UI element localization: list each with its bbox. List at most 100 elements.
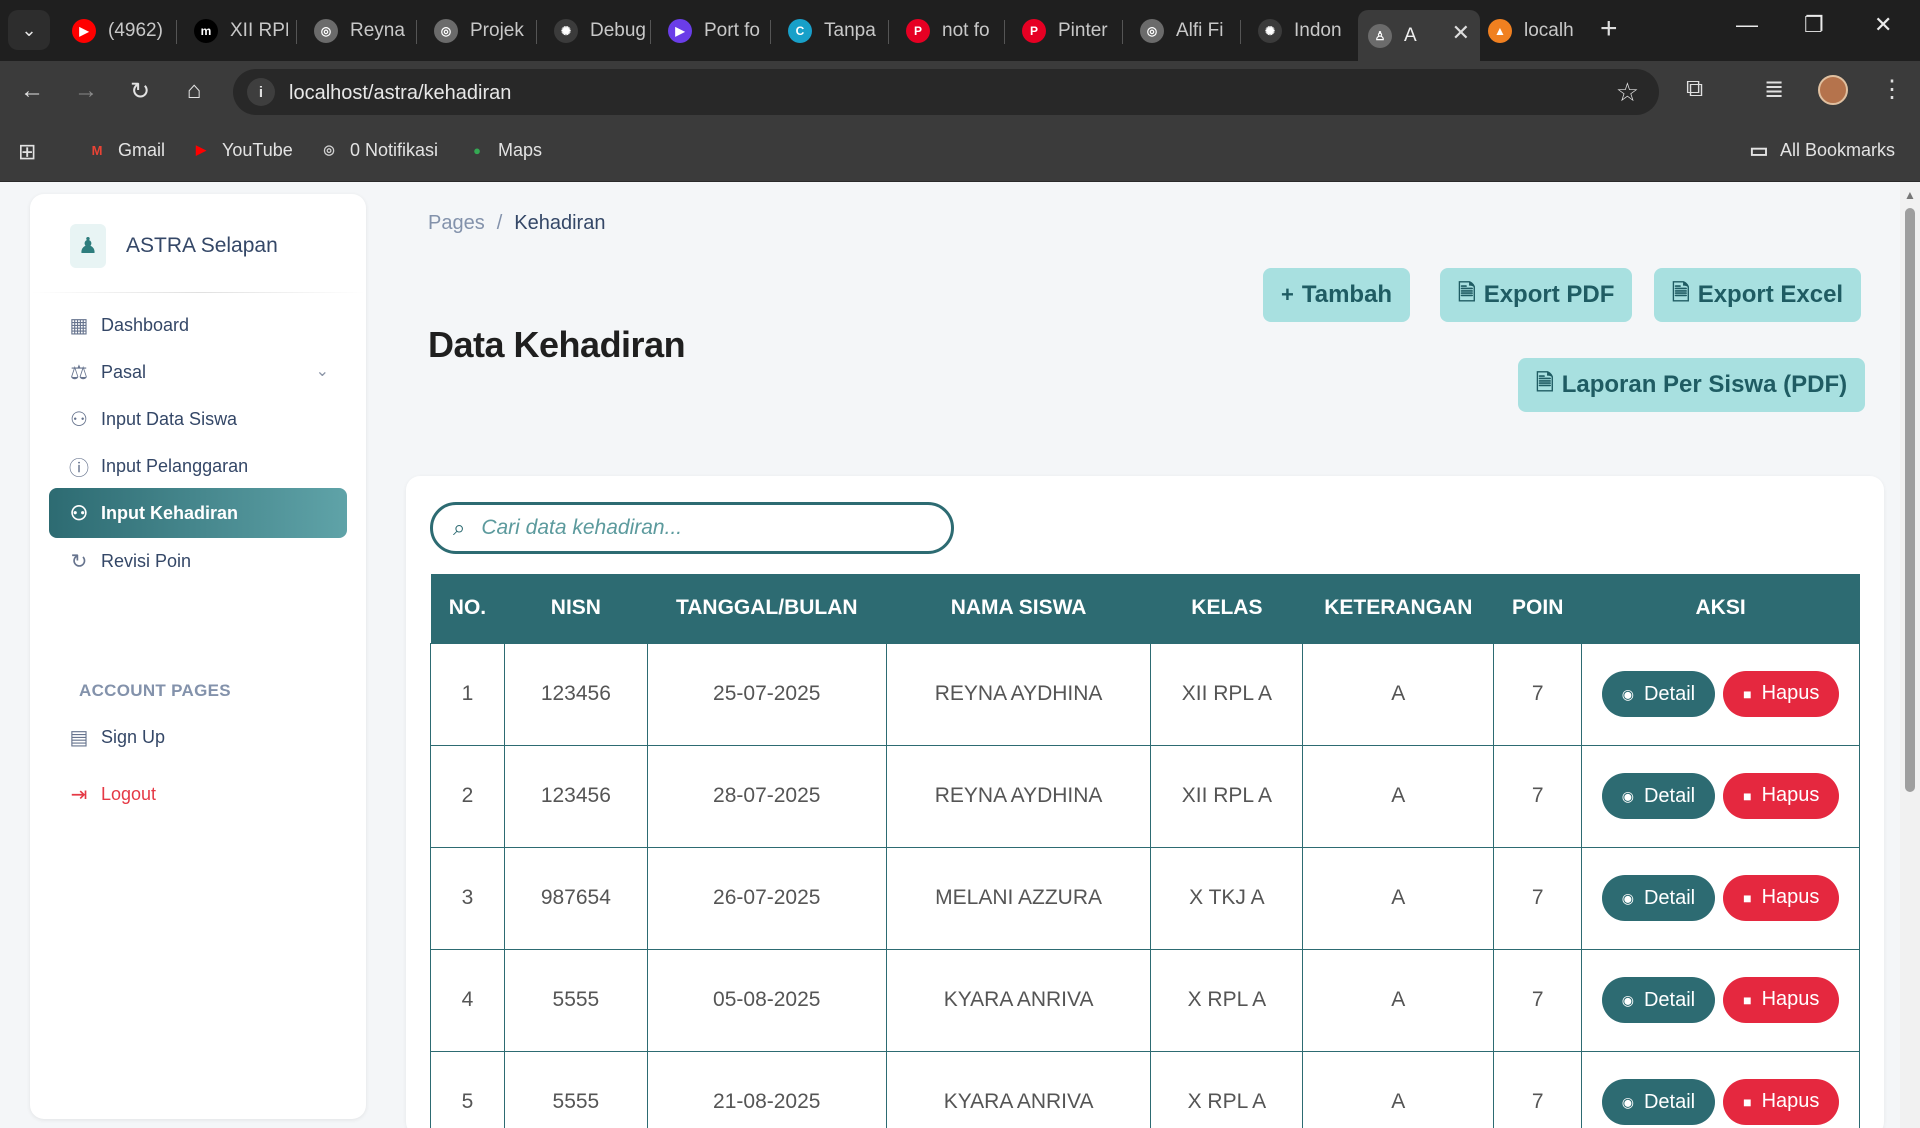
back-icon[interactable]: ←	[14, 73, 50, 109]
cell-no: 3	[430, 846, 505, 950]
page-scrollbar[interactable]: ▲	[1900, 182, 1920, 1128]
close-window-button[interactable]: ✕	[1874, 12, 1892, 38]
header-nama: NAMA SISWA	[886, 574, 1151, 643]
home-icon[interactable]: ⌂	[176, 73, 212, 109]
breadcrumb: Pages / Kehadiran	[428, 212, 605, 235]
restore-button[interactable]: ❐	[1804, 12, 1824, 38]
pdf-file-icon: 🗎	[1458, 280, 1476, 305]
eye-icon: ◉	[1621, 991, 1634, 1008]
dashboard-icon: ▦	[69, 314, 89, 337]
detail-button[interactable]: ◉ Detail	[1601, 773, 1716, 820]
minimize-button[interactable]: —	[1736, 12, 1758, 38]
reload-icon[interactable]: ↻	[122, 73, 158, 109]
cell-tanggal: 21-08-2025	[646, 1050, 887, 1128]
eye-icon: ◉	[1621, 685, 1634, 702]
search-input[interactable]	[481, 516, 902, 540]
bookmark-label: YouTube	[222, 139, 293, 160]
address-bar[interactable]: i localhost/astra/kehadiran ☆	[233, 69, 1659, 115]
sidebar-item-dashboard[interactable]: ▦ Dashboard	[49, 300, 347, 350]
cell-nisn: 5555	[503, 948, 648, 1052]
eye-icon: ◉	[1621, 889, 1634, 906]
tab-favicon-icon: P	[906, 19, 930, 43]
tab-close-icon[interactable]: ✕	[1452, 20, 1470, 46]
chevron-down-icon[interactable]: ⌄	[316, 361, 329, 381]
detail-button[interactable]: ◉ Detail	[1601, 977, 1716, 1024]
sidebar-item-input-data-siswa[interactable]: ⚇ Input Data Siswa	[49, 394, 347, 444]
bookmark-item[interactable]: ● Maps	[466, 139, 542, 161]
browser-toolbar: ← → ↻ ⌂ i localhost/astra/kehadiran ☆ ⧉ …	[0, 61, 1920, 120]
site-info-icon[interactable]: i	[247, 78, 275, 106]
tab-title: Indon	[1294, 20, 1342, 41]
hapus-button[interactable]: ■ Hapus	[1723, 874, 1840, 921]
browser-tab[interactable]: ▶ (4962)	[62, 10, 164, 52]
hapus-button[interactable]: ■ Hapus	[1723, 772, 1840, 819]
new-tab-button[interactable]: +	[1600, 14, 1618, 44]
bookmark-item[interactable]: ▶ YouTube	[190, 139, 293, 161]
search-box[interactable]: ⌕	[430, 502, 954, 554]
all-bookmarks-button[interactable]: ▭ All Bookmarks	[1748, 139, 1895, 162]
folder-icon: ▭	[1749, 139, 1769, 162]
browser-tab[interactable]: C Tanpa	[778, 10, 880, 52]
hapus-button[interactable]: ■ Hapus	[1723, 670, 1840, 717]
sidebar-item-label: Input Pelanggaran	[101, 455, 249, 476]
browser-tab[interactable]: P Pinter	[1012, 10, 1114, 52]
brand-logo-icon: ♟	[70, 224, 106, 268]
bookmark-item[interactable]: M Gmail	[86, 139, 165, 161]
browser-tab[interactable]: m XII RPL	[184, 10, 288, 52]
browser-tab[interactable]: ◎ Alfi Fi	[1130, 10, 1232, 52]
media-control-icon[interactable]: ≣	[1764, 75, 1784, 104]
scroll-up-arrow-icon[interactable]: ▲	[1904, 188, 1916, 202]
cell-kelas: X TKJ A	[1150, 846, 1304, 950]
detail-button[interactable]: ◉ Detail	[1601, 1079, 1716, 1126]
detail-label: Detail	[1643, 1090, 1696, 1113]
detail-button[interactable]: ◉ Detail	[1601, 671, 1716, 718]
extensions-icon[interactable]: ⧉	[1686, 75, 1703, 103]
sidebar-item-logout[interactable]: ⇥ Logout	[49, 769, 347, 819]
sidebar-item-sign-up[interactable]: ▤ Sign Up	[49, 712, 347, 762]
sidebar-item-input-pelanggaran[interactable]: ⓘ Input Pelanggaran	[49, 441, 347, 491]
table-row: 5 5555 21-08-2025 KYARA ANRIVA X RPL A A 7 ◉ Det…	[430, 1050, 1860, 1128]
sidebar-item-input-kehadiran[interactable]: ⚇ Input Kehadiran	[49, 488, 347, 538]
export-excel-button[interactable]: 🗎 Export Excel	[1654, 268, 1862, 322]
url-text[interactable]: localhost/astra/kehadiran	[289, 82, 511, 105]
browser-tab[interactable]: ✺ Indon	[1248, 10, 1352, 52]
bookmark-favicon-icon: ●	[473, 142, 481, 158]
browser-tab[interactable]: ◎ Reyna	[304, 10, 408, 52]
profile-avatar[interactable]	[1818, 75, 1848, 105]
scrollbar-thumb[interactable]	[1905, 208, 1915, 792]
hapus-button[interactable]: ■ Hapus	[1723, 976, 1840, 1023]
browser-tab[interactable]: Pnot fo	[896, 10, 996, 52]
detail-button[interactable]: ◉ Detail	[1601, 875, 1716, 922]
hapus-button[interactable]: ■ Hapus	[1723, 1078, 1840, 1125]
browser-tab[interactable]: ◎ Projek	[424, 10, 528, 52]
apps-grid-icon[interactable]: ⊞	[18, 139, 36, 165]
brand[interactable]: ♟ ASTRA Selapan	[70, 224, 278, 268]
forward-icon[interactable]: →	[68, 73, 104, 109]
sidebar-item-label: Input Kehadiran	[101, 502, 239, 523]
tab-favicon-icon: ◎	[434, 19, 458, 43]
browser-tab[interactable]: ♙ A ✕	[1358, 10, 1480, 61]
cell-nama: MELANI AZZURA	[885, 846, 1152, 950]
tab-title: Tanpa	[824, 20, 876, 41]
bookmark-item[interactable]: ◎ 0 Notifikasi	[318, 139, 438, 161]
bookmark-star-icon[interactable]: ☆	[1616, 77, 1639, 108]
tambah-button[interactable]: + Tambah	[1263, 268, 1411, 322]
menu-kebab-icon[interactable]: ⋮	[1880, 75, 1904, 104]
browser-tab[interactable]: ▶ Port fo	[658, 10, 762, 52]
laporan-per-siswa-button[interactable]: 🗎 Laporan Per Siswa (PDF)	[1518, 358, 1866, 412]
cell-keterangan: A	[1302, 642, 1495, 746]
trash-icon: ■	[1743, 787, 1752, 804]
breadcrumb-root[interactable]: Pages	[428, 212, 485, 234]
bookmarks-bar: ⊞ M Gmail ▶ YouTube ◎ 0 Notifikasi ● Maps ▭ All…	[0, 120, 1920, 182]
cell-aksi: ◉ Detail ■ Hapus	[1581, 948, 1860, 1052]
tab-search-button[interactable]: ⌄	[8, 10, 50, 50]
tab-favicon-icon: ▶	[668, 19, 692, 43]
export-pdf-button[interactable]: 🗎 Export PDF	[1440, 268, 1633, 322]
cell-no: 5	[430, 1050, 505, 1128]
sidebar-item-revisi-poin[interactable]: ↻ Revisi Poin	[49, 536, 347, 586]
sidebar-item-pasal[interactable]: ⚖ Pasal ⌄	[49, 347, 347, 397]
browser-tab[interactable]: ▲ localh	[1478, 10, 1578, 52]
cell-keterangan: A	[1302, 1050, 1495, 1128]
bookmark-favicon-icon: ▶	[196, 142, 206, 157]
browser-tab[interactable]: ✺ Debug	[544, 10, 646, 52]
